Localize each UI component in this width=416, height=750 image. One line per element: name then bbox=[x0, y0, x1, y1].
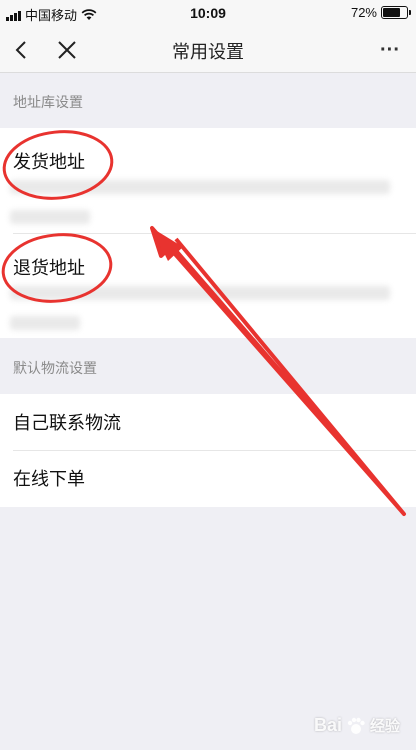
nav-bar: 常用设置 ··· bbox=[0, 28, 416, 73]
logistics-card: 自己联系物流 在线下单 bbox=[0, 394, 416, 507]
return-address-label: 退货地址 bbox=[13, 258, 85, 278]
row-return-address[interactable]: 退货地址 bbox=[0, 234, 416, 338]
redacted-address-line bbox=[10, 180, 390, 194]
watermark-logo: Bai 经验 bbox=[314, 715, 400, 736]
redacted-address-line bbox=[10, 316, 80, 330]
online-order-label: 在线下单 bbox=[13, 469, 85, 489]
status-right: 72% bbox=[350, 5, 411, 20]
more-button[interactable]: ··· bbox=[372, 35, 408, 65]
address-card: 发货地址 退货地址 bbox=[0, 128, 416, 338]
page-title: 常用设置 bbox=[172, 42, 244, 62]
battery-percent: 72% bbox=[350, 5, 377, 20]
row-online-order[interactable]: 在线下单 bbox=[0, 451, 416, 507]
status-bar: 中国移动 10:09 72% bbox=[0, 0, 416, 28]
self-logistics-label: 自己联系物流 bbox=[13, 413, 121, 433]
ship-address-label: 发货地址 bbox=[13, 152, 85, 172]
section-header-label: 地址库设置 bbox=[13, 94, 83, 110]
watermark-brand: Bai bbox=[313, 715, 342, 735]
battery-icon bbox=[381, 6, 411, 19]
section-header-logistics: 默认物流设置 bbox=[0, 338, 416, 394]
watermark-tail: 经验 bbox=[369, 718, 400, 735]
paw-icon bbox=[347, 717, 365, 734]
redacted-address-line bbox=[10, 286, 390, 300]
section-header-address: 地址库设置 bbox=[0, 72, 416, 128]
section-header-label: 默认物流设置 bbox=[13, 360, 97, 376]
redacted-address-line bbox=[10, 210, 90, 224]
row-ship-address[interactable]: 发货地址 bbox=[0, 128, 416, 233]
row-self-logistics[interactable]: 自己联系物流 bbox=[0, 394, 416, 450]
